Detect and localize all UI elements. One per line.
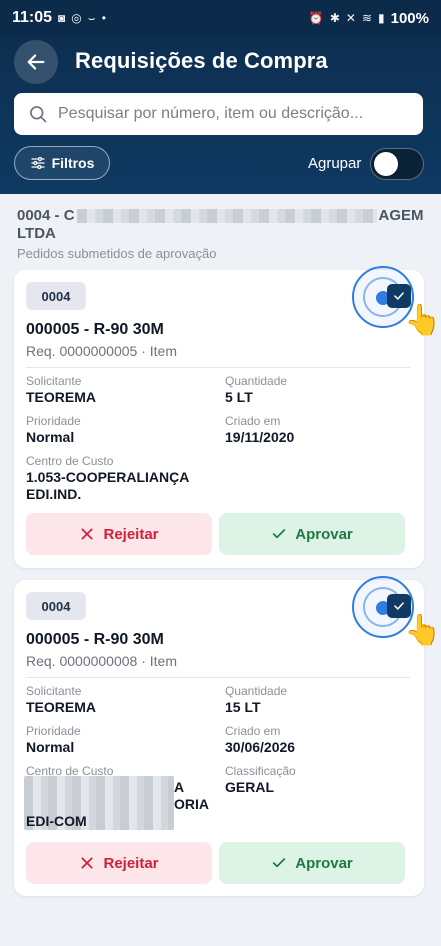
- check-icon: [273, 529, 286, 539]
- search-icon: [30, 106, 47, 123]
- search-box[interactable]: [14, 93, 423, 135]
- group-toggle-label: Agrupar: [308, 155, 362, 172]
- reject-button[interactable]: Rejeitar: [26, 842, 212, 884]
- filters-label: Filtros: [51, 155, 95, 171]
- quantity-label: Quantidade: [225, 684, 288, 698]
- card-divider: [26, 677, 410, 678]
- priority-label: Prioridade: [26, 414, 81, 428]
- status-bar: 11:05 ◙ ◎ ⌣ • ⏰ ✱ ✕ ≋ ▮ 100%: [0, 0, 441, 36]
- redacted-text: [76, 209, 377, 224]
- signal-icon: ▮: [378, 11, 385, 25]
- quantity-value: 15 LT: [225, 699, 261, 715]
- check-icon: [394, 602, 404, 610]
- reject-label: Rejeitar: [103, 854, 159, 872]
- created-label: Criado em: [225, 724, 281, 738]
- close-icon: [81, 857, 94, 869]
- requester-value: TEOREMA: [26, 699, 96, 715]
- instagram-icon: ◎: [71, 11, 82, 25]
- classification-label: Classificação: [225, 764, 296, 778]
- cost-center-line1: 1.053-COOPERALIANÇA: [26, 469, 190, 485]
- card-subtitle: Req. 0000000008 · Item: [26, 653, 177, 669]
- group-title-line2: LTDA: [17, 225, 56, 242]
- company-badge: 0004: [26, 592, 86, 620]
- created-value: 30/06/2026: [225, 739, 296, 755]
- group-title-suffix: AGEM: [378, 207, 424, 224]
- cost-center-line2: ORIA: [174, 796, 209, 812]
- filters-button[interactable]: Filtros: [14, 146, 110, 180]
- requester-label: Solicitante: [26, 374, 82, 388]
- status-time: 11:05: [12, 9, 53, 26]
- requisition-card[interactable]: 0004 👆 000005 - R-90 30M Req. 0000000008…: [14, 576, 441, 896]
- priority-value: Normal: [26, 429, 75, 445]
- status-left: 11:05 ◙ ◎ ⌣ •: [12, 9, 106, 27]
- priority-label: Prioridade: [26, 724, 81, 738]
- card-divider: [26, 367, 410, 368]
- card-title: 000005 - R-90 30M: [26, 321, 164, 338]
- sliders-icon: [30, 156, 45, 170]
- arrow-left-icon: [27, 54, 45, 70]
- requester-label: Solicitante: [26, 684, 82, 698]
- card-subtitle: Req. 0000000005 · Item: [26, 343, 177, 359]
- close-icon: [81, 528, 94, 540]
- cost-center-line2: EDI.IND.: [26, 486, 82, 502]
- check-icon: [273, 858, 286, 868]
- approve-button[interactable]: Aprovar: [219, 842, 405, 884]
- company-badge: 0004: [26, 282, 86, 310]
- quantity-value: 5 LT: [225, 389, 253, 405]
- page-title: Requisições de Compra: [75, 48, 328, 73]
- quantity-label: Quantidade: [225, 374, 288, 388]
- cost-center-line1: A: [174, 779, 185, 795]
- group-subtitle: Pedidos submetidos de aprovação: [17, 246, 217, 261]
- battery-level: 100%: [390, 9, 429, 27]
- app-header: Requisições de Compra Filtros Agrupar: [0, 36, 441, 194]
- cost-center-line3: EDI-COM: [26, 813, 87, 829]
- group-toggle[interactable]: [370, 148, 424, 180]
- mute-icon: ✕: [345, 11, 356, 25]
- pointer-hand-icon: 👆: [404, 614, 441, 647]
- requisition-card[interactable]: 0004 👆 000005 - R-90 30M Req. 0000000005…: [14, 266, 441, 568]
- pointer-hand-icon: 👆: [404, 304, 441, 337]
- more-dot-icon: •: [101, 11, 106, 25]
- card-title: 000005 - R-90 30M: [26, 631, 164, 648]
- amazon-icon: ⌣: [87, 10, 96, 25]
- group-title: 0004 - C AGEM LTDA: [17, 207, 427, 243]
- priority-value: Normal: [26, 739, 75, 755]
- bluetooth-icon: ✱: [329, 11, 340, 25]
- created-value: 19/11/2020: [225, 429, 295, 445]
- reject-button[interactable]: Rejeitar: [26, 513, 212, 555]
- alarm-icon: ⏰: [308, 11, 324, 25]
- check-icon: [394, 292, 404, 300]
- classification-value: GERAL: [225, 779, 274, 795]
- approve-label: Aprovar: [295, 525, 353, 543]
- approve-button[interactable]: Aprovar: [219, 513, 405, 555]
- created-label: Criado em: [225, 414, 281, 428]
- back-button[interactable]: [14, 40, 58, 84]
- approve-label: Aprovar: [295, 854, 353, 872]
- reject-label: Rejeitar: [103, 525, 159, 543]
- notification-icon: ◙: [58, 11, 66, 25]
- group-title-prefix: 0004 - C: [17, 207, 75, 224]
- status-right: ⏰ ✱ ✕ ≋ ▮ 100%: [309, 10, 429, 27]
- cost-center-label: Centro de Custo: [26, 454, 114, 468]
- requester-value: TEOREMA: [26, 389, 96, 405]
- search-input[interactable]: [58, 105, 408, 123]
- toggle-knob: [374, 152, 398, 176]
- wifi-icon: ≋: [361, 11, 373, 25]
